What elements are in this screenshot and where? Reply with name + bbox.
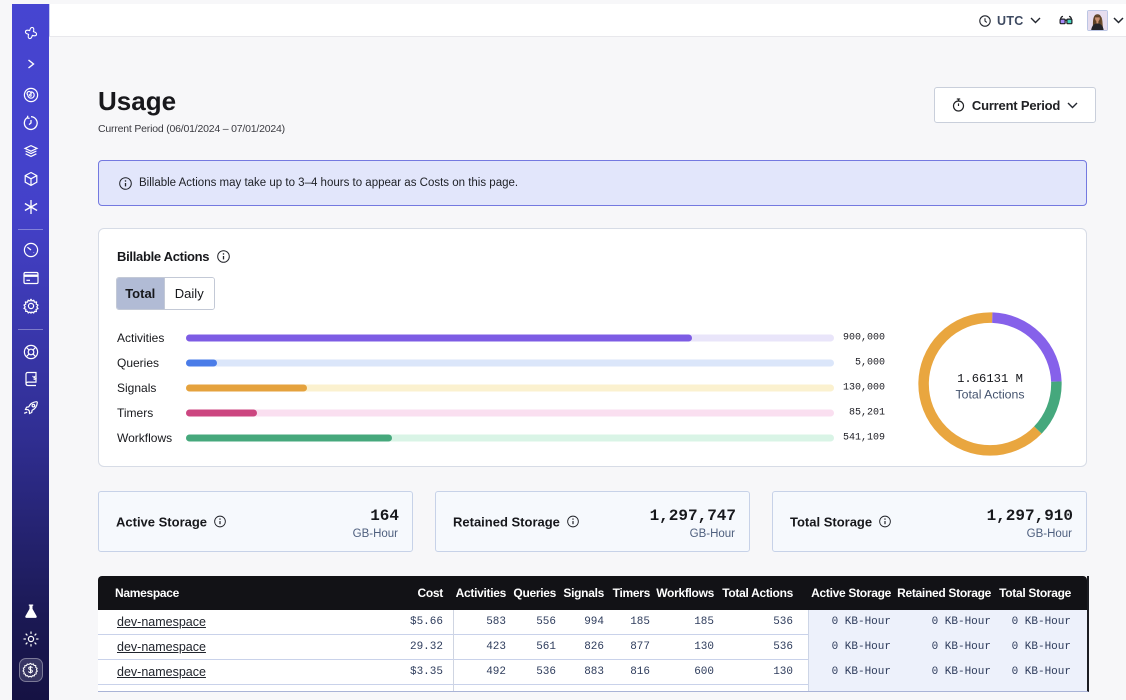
svg-text:Total Actions: Total Actions [955, 388, 1024, 402]
svg-text:1.66131 M: 1.66131 M [957, 372, 1023, 386]
